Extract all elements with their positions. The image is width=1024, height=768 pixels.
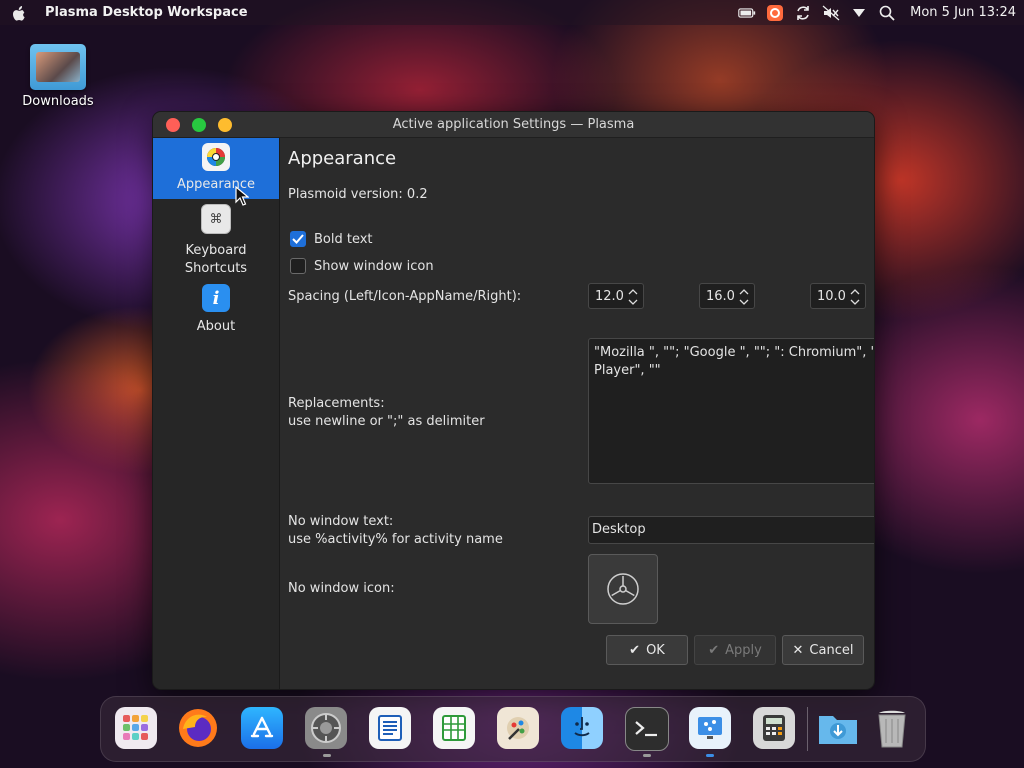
dock-separator (807, 707, 808, 751)
calc-spreadsheet-icon[interactable] (433, 707, 475, 749)
spinbox-value: 16.0 (706, 288, 735, 304)
sidebar-item-label: Shortcuts (184, 261, 248, 276)
sidebar-item-label: About (196, 319, 236, 334)
checkbox-label: Bold text (314, 231, 373, 247)
spinbox-value: 12.0 (595, 288, 624, 304)
spacing-left-spinbox[interactable]: 12.0 (588, 283, 644, 309)
app-store-icon[interactable] (241, 707, 283, 749)
battery-icon[interactable] (738, 5, 756, 21)
checkbox-box[interactable] (290, 258, 306, 274)
writer-icon[interactable] (369, 707, 411, 749)
settings-gear-icon (607, 573, 639, 605)
system-settings-icon[interactable] (305, 707, 347, 749)
spinbox-arrows-icon[interactable] (849, 287, 861, 307)
drawing-icon[interactable] (497, 707, 539, 749)
show-window-icon-checkbox[interactable]: Show window icon (290, 258, 434, 274)
apple-logo-icon[interactable] (11, 5, 27, 21)
dock (100, 696, 926, 762)
button-label: OK (646, 642, 665, 658)
page-title: Appearance (288, 148, 397, 169)
info-icon: i (202, 284, 230, 312)
mute-icon[interactable] (822, 5, 840, 21)
spinbox-value: 10.0 (817, 288, 846, 304)
close-window-button[interactable] (166, 118, 180, 132)
launchpad-icon[interactable] (115, 707, 157, 749)
sidebar-item-label: Appearance (176, 177, 256, 192)
minimize-window-button[interactable] (218, 118, 232, 132)
replacements-label: Replacements: use newline or ";" as deli… (288, 395, 485, 431)
sidebar-item-appearance[interactable]: Appearance (153, 138, 279, 199)
downloads-folder-icon[interactable] (817, 707, 859, 749)
keyboard-icon: ⌘ (201, 204, 231, 234)
check-icon: ✔ (629, 642, 641, 658)
appearance-icon (202, 143, 230, 171)
terminal-icon[interactable] (625, 707, 669, 751)
apply-button[interactable]: ✔ Apply (694, 635, 776, 665)
running-indicator (323, 754, 331, 757)
spinbox-arrows-icon[interactable] (738, 287, 750, 307)
no-window-text-label: No window text: use %activity% for activ… (288, 513, 503, 549)
folder-thumbnail (36, 52, 80, 82)
sidebar-item-about[interactable]: i About (153, 284, 279, 340)
spacing-right-spinbox[interactable]: 10.0 (810, 283, 866, 309)
top-menu-bar: Plasma Desktop Workspace Mon 5 Jun 13:24 (0, 0, 1024, 25)
button-label: Apply (725, 642, 762, 658)
folder-icon (30, 44, 86, 90)
replacements-label-line: use newline or ";" as delimiter (288, 414, 485, 429)
no-window-text-label-line: No window text: (288, 514, 394, 529)
checkbox-box[interactable] (290, 231, 306, 247)
no-window-text-label-line: use %activity% for activity name (288, 532, 503, 547)
settings-content: Appearance Plasmoid version: 0.2 Bold te… (288, 138, 875, 689)
running-indicator (706, 754, 714, 757)
active-app-title[interactable]: Plasma Desktop Workspace (45, 5, 248, 20)
sidebar-item-label: Keyboard (185, 243, 247, 258)
replacements-label-line: Replacements: (288, 396, 385, 411)
window-title: Active application Settings — Plasma (392, 117, 635, 132)
window-titlebar[interactable]: Active application Settings — Plasma (153, 112, 874, 138)
checkmark-icon (292, 234, 304, 244)
textarea-line: Player", "" (594, 363, 661, 378)
button-label: Cancel (809, 642, 854, 658)
mouse-cursor-icon (235, 186, 249, 206)
checkbox-label: Show window icon (314, 258, 434, 274)
settings-sidebar: Appearance ⌘ Keyboard Shortcuts i About (153, 138, 280, 689)
downloads-desktop-icon[interactable]: Downloads (20, 44, 96, 109)
clock[interactable]: Mon 5 Jun 13:24 (910, 5, 1016, 20)
ok-button[interactable]: ✔ OK (606, 635, 688, 665)
search-icon[interactable] (878, 5, 896, 21)
maximize-window-button[interactable] (192, 118, 206, 132)
spinbox-arrows-icon[interactable] (627, 287, 639, 307)
desktop-icon-label: Downloads (22, 94, 94, 109)
app-indicator-icon[interactable] (766, 4, 784, 21)
no-window-text-input[interactable]: Desktop (588, 516, 874, 544)
close-icon: ✕ (792, 642, 804, 658)
spacing-label: Spacing (Left/Icon-AppName/Right): (288, 289, 522, 304)
no-window-icon-label: No window icon: (288, 581, 395, 596)
finder-icon[interactable] (561, 707, 603, 749)
calculator-icon[interactable] (753, 707, 795, 749)
bold-text-checkbox[interactable]: Bold text (290, 231, 373, 247)
refresh-icon[interactable] (794, 5, 812, 21)
no-window-icon-button[interactable] (588, 554, 658, 624)
sourcetree-icon[interactable] (689, 707, 731, 749)
running-indicator (643, 754, 651, 757)
dropdown-icon[interactable] (850, 5, 868, 21)
plasmoid-version-text: Plasmoid version: 0.2 (288, 187, 428, 202)
replacements-textarea[interactable]: "Mozilla ", ""; "Google ", ""; ": Chromi… (588, 338, 875, 484)
trash-icon[interactable] (871, 707, 913, 749)
check-icon: ✔ (708, 642, 720, 658)
textarea-line: "Mozilla ", ""; "Google ", ""; ": Chromi… (594, 345, 875, 360)
sidebar-item-keyboard-shortcuts[interactable]: ⌘ Keyboard Shortcuts (153, 204, 279, 278)
cancel-button[interactable]: ✕ Cancel (782, 635, 864, 665)
spacing-middle-spinbox[interactable]: 16.0 (699, 283, 755, 309)
firefox-icon[interactable] (177, 707, 219, 749)
settings-window: Active application Settings — Plasma App… (152, 111, 875, 690)
